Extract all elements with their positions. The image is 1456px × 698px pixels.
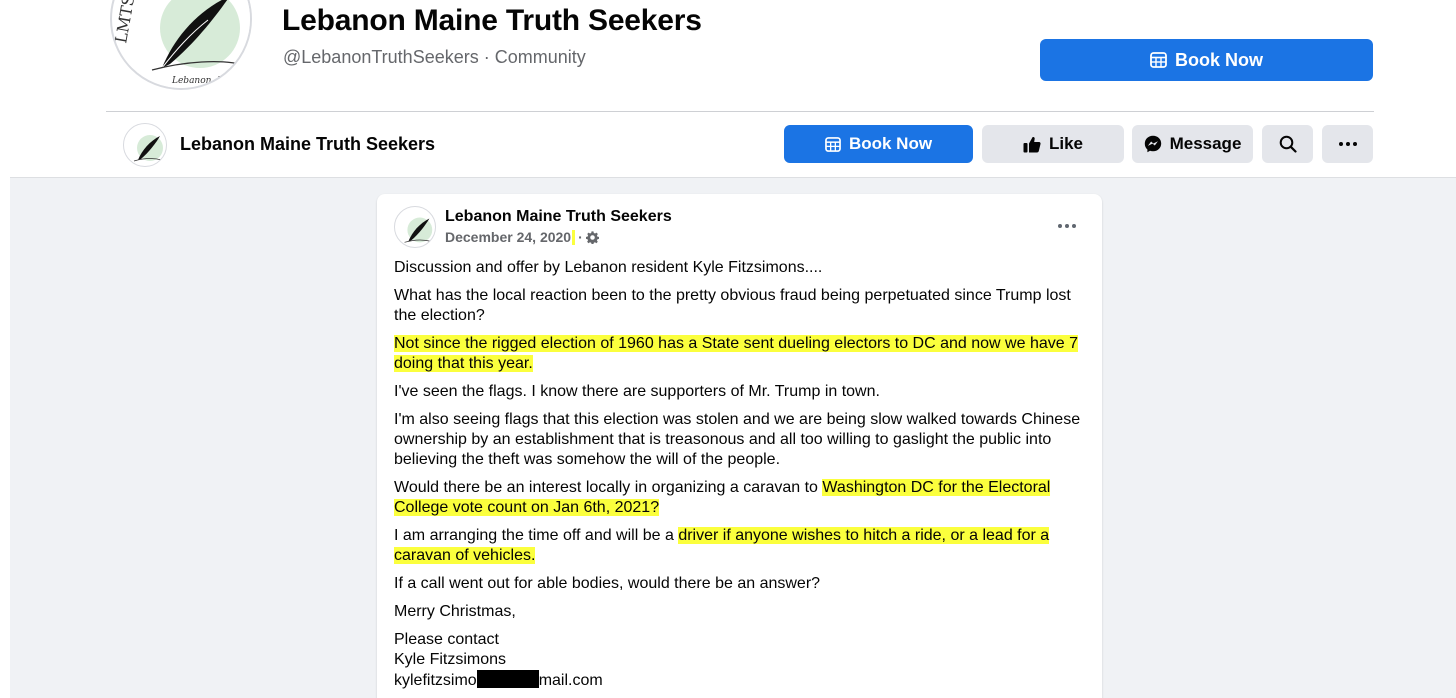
plain-text: Would there be an interest locally in or… (394, 479, 818, 496)
page-handle: @LebanonTruthSeekers · Community (283, 47, 586, 67)
calendar-grid-icon (1150, 52, 1167, 68)
post-options-button[interactable] (1049, 214, 1085, 238)
book-now-label: Book Now (1175, 49, 1263, 70)
highlighted-text: Not since the rigged election of 1960 ha… (394, 335, 1078, 372)
plain-text: I am arranging the time off and will be … (394, 527, 674, 544)
message-label: Message (1169, 134, 1242, 153)
messenger-icon (1144, 135, 1161, 153)
paragraph: I've seen the flags. I know there are su… (394, 383, 880, 400)
paragraph: I'm also seeing flags that this election… (394, 411, 1081, 468)
email-suffix: mail.com (538, 672, 603, 689)
post-avatar[interactable] (394, 206, 436, 248)
contact-name: Kyle Fitzsimons (394, 651, 507, 668)
highlight-sliver (572, 229, 576, 245)
page-title: Lebanon Maine Truth Seekers (282, 4, 702, 37)
like-button[interactable]: Like (982, 125, 1124, 163)
paragraph: I am arranging the time off and will be … (394, 526, 1084, 566)
contact-line: Please contact (394, 631, 499, 648)
search-icon (1279, 135, 1297, 153)
paragraph: Merry Christmas, (394, 603, 516, 620)
subbar-book-now-button[interactable]: Book Now (784, 125, 973, 163)
calendar-grid-icon (825, 136, 841, 152)
post-card: Lebanon Maine Truth Seekers December 24,… (377, 194, 1102, 698)
gear-icon (585, 230, 599, 244)
subbar-book-now-label: Book Now (848, 134, 933, 153)
redaction-bar (476, 670, 539, 688)
book-now-button[interactable]: Book Now (1040, 39, 1373, 81)
quill-logo: LMTS Lebanon, Maine (112, 0, 250, 88)
post-date-text: December 24, 2020 (445, 229, 572, 245)
email-prefix: kylefitzsimo (394, 672, 477, 689)
left-margin (0, 0, 10, 698)
message-button[interactable]: Message (1132, 125, 1253, 163)
svg-text:Lebanon, Maine: Lebanon, Maine (171, 76, 246, 86)
like-label: Like (1048, 134, 1084, 153)
more-dots-icon (1338, 142, 1357, 146)
page: LMTS Lebanon, Maine Lebanon Maine Truth … (0, 0, 1456, 698)
paragraph: If a call went out for able bodies, woul… (394, 575, 821, 592)
post-author[interactable]: Lebanon Maine Truth Seekers (445, 208, 672, 226)
profile-picture[interactable]: LMTS Lebanon, Maine (110, 0, 252, 90)
paragraph: Discussion and offer by Lebanon resident… (394, 259, 823, 276)
quill-logo-small (133, 135, 163, 162)
more-options-button[interactable] (1322, 125, 1373, 163)
page-header: LMTS Lebanon, Maine Lebanon Maine Truth … (10, 0, 1456, 178)
contact-block: Please contact Kyle Fitzsimons kylefitzs… (394, 630, 1084, 691)
search-button[interactable] (1262, 125, 1313, 163)
date-separator: · (578, 229, 583, 245)
subbar-title: Lebanon Maine Truth Seekers (180, 134, 436, 154)
post-body: Discussion and offer by Lebanon resident… (394, 258, 1084, 698)
paragraph: Would there be an interest locally in or… (394, 478, 1084, 518)
thumbs-up-icon (1023, 136, 1041, 152)
subbar-avatar[interactable] (123, 123, 167, 167)
paragraph: Not since the rigged election of 1960 ha… (394, 334, 1084, 374)
header-divider (106, 111, 1374, 112)
post-timestamp[interactable]: December 24, 2020 · (445, 229, 599, 245)
quill-logo-small (404, 217, 433, 243)
paragraph: What has the local reaction been to the … (394, 287, 1071, 324)
